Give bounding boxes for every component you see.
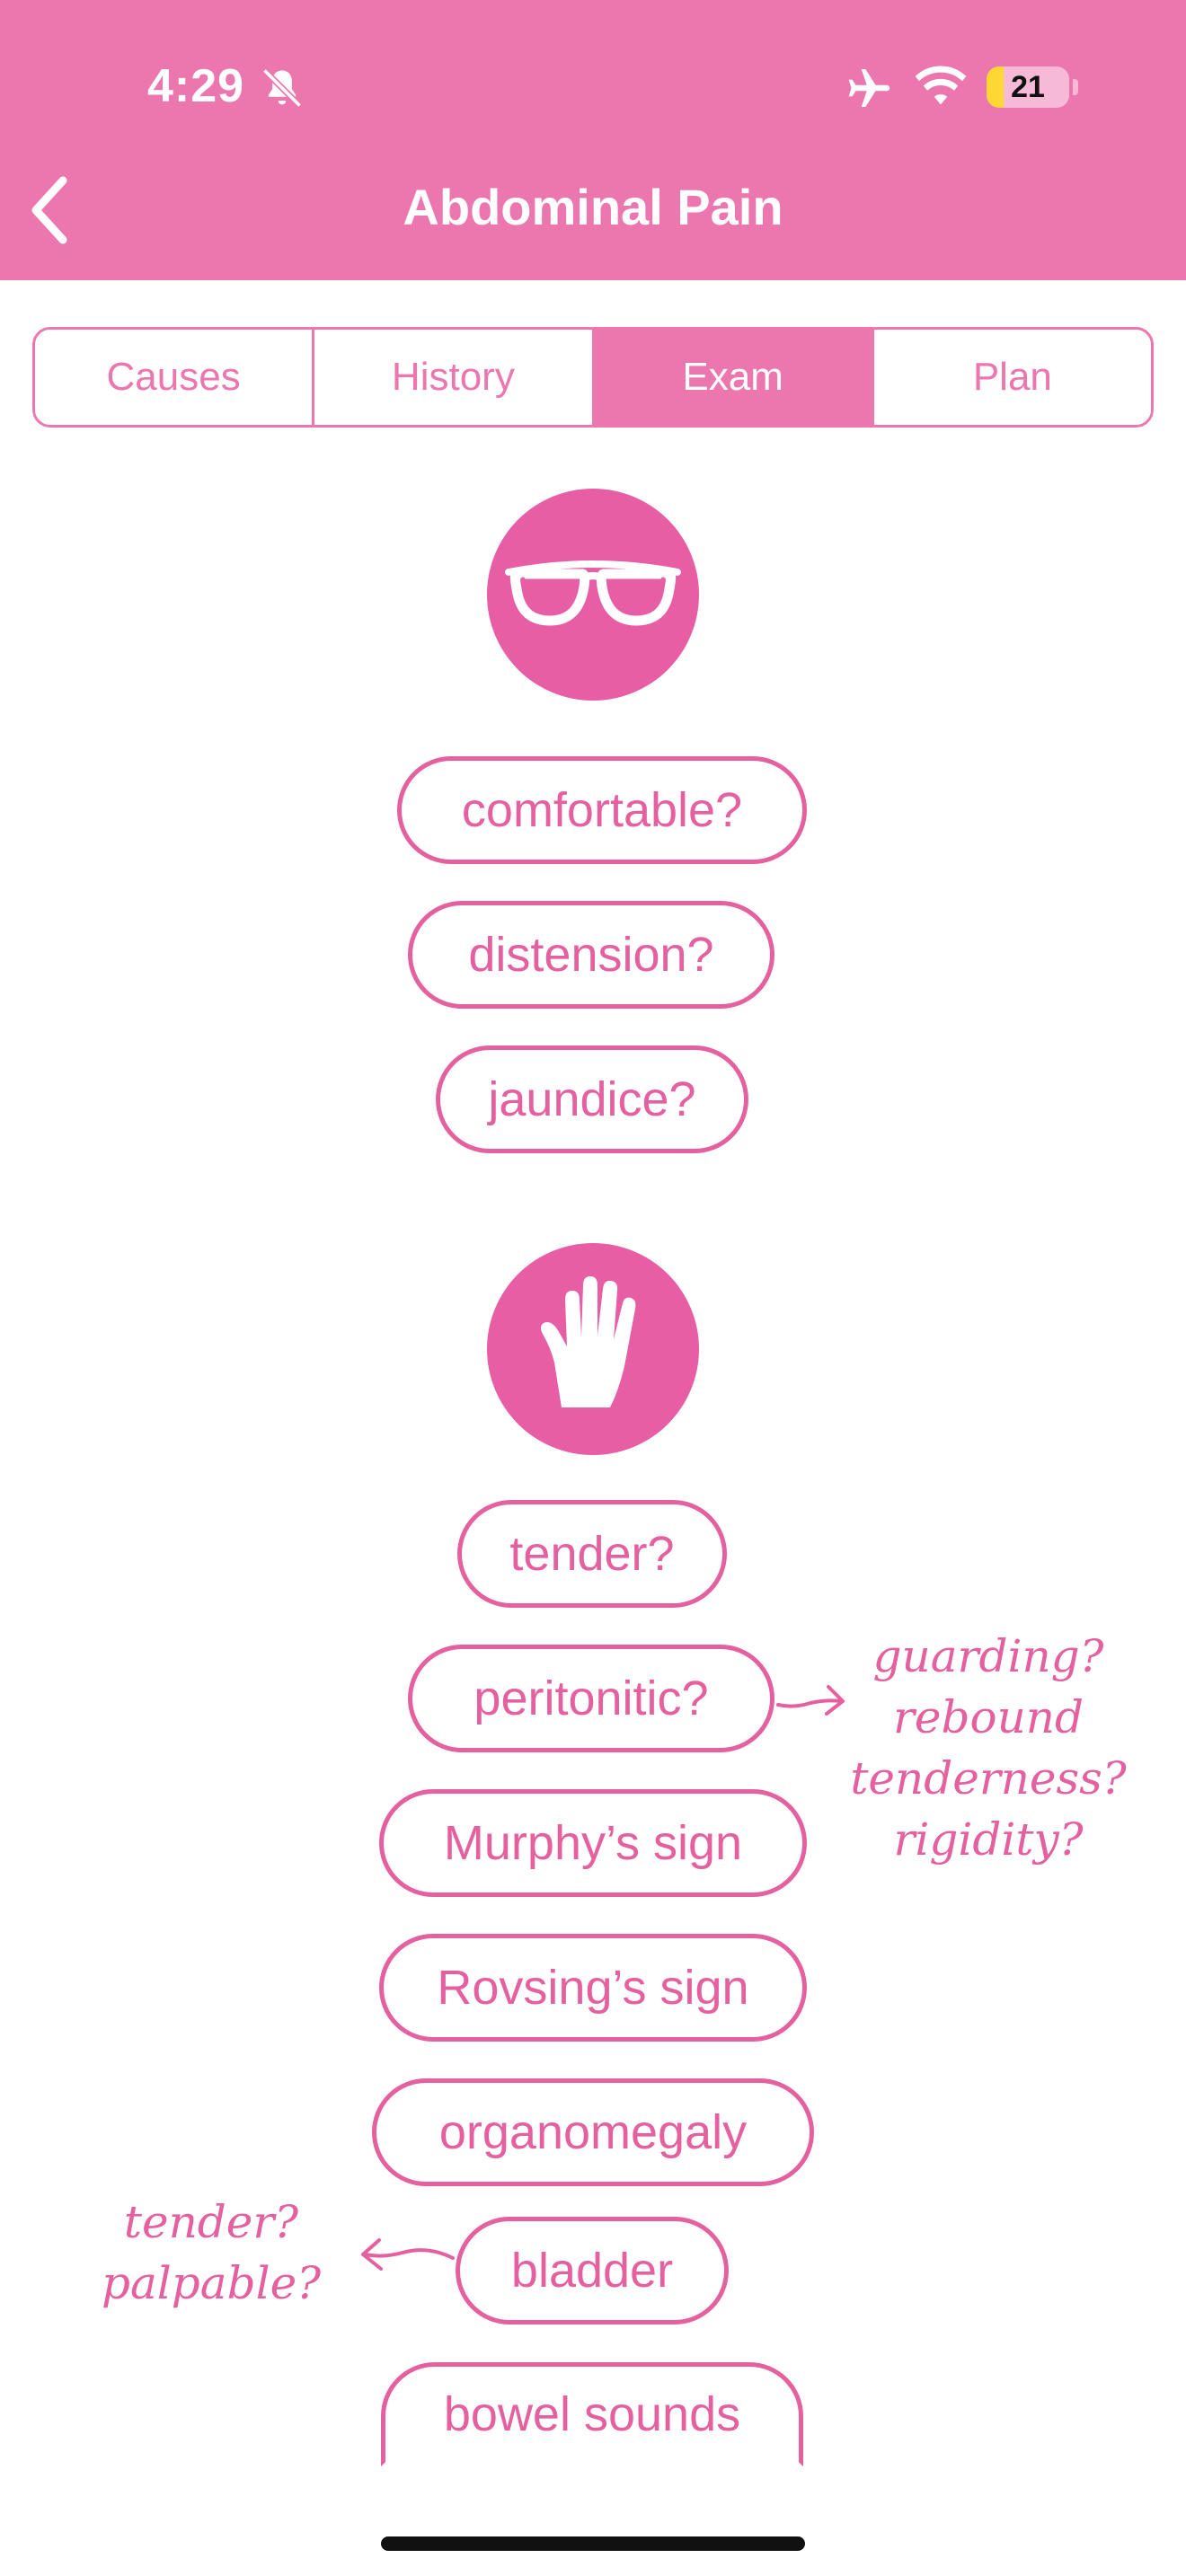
bladder-note: tender? palpable? <box>81 2192 341 2314</box>
inspection-section-icon <box>487 489 699 701</box>
exam-item-murphys-sign[interactable]: Murphy’s sign <box>379 1789 807 1897</box>
tab-exam[interactable]: Exam <box>594 330 874 425</box>
exam-item-tender[interactable]: tender? <box>457 1500 727 1608</box>
glasses-icon <box>505 560 681 626</box>
battery-cap <box>1073 79 1078 95</box>
exam-item-bowel-sounds[interactable]: bowel sounds <box>381 2362 803 2466</box>
exam-item-comfortable[interactable]: comfortable? <box>397 756 807 864</box>
note-line: tender? <box>123 2196 299 2248</box>
tab-plan[interactable]: Plan <box>873 330 1151 425</box>
tab-causes[interactable]: Causes <box>35 330 315 425</box>
exam-item-jaundice[interactable]: jaundice? <box>436 1045 748 1153</box>
status-time: 4:29 <box>147 60 245 112</box>
note-line: palpable? <box>101 2257 322 2309</box>
tab-history[interactable]: History <box>314 330 595 425</box>
note-line: rebound <box>892 1691 1084 1743</box>
note-line: tenderness? <box>850 1752 1127 1804</box>
segmented-tabs: Causes History Exam Plan <box>32 327 1154 428</box>
note-line: rigidity? <box>893 1813 1084 1866</box>
bell-slash-icon <box>262 68 302 108</box>
home-indicator <box>381 2536 805 2551</box>
battery-indicator: 21 <box>987 66 1069 108</box>
peritonitic-note: guarding? rebound tenderness? rigidity? <box>827 1626 1150 1870</box>
exam-item-distension[interactable]: distension? <box>408 901 774 1009</box>
arrow-left-icon <box>361 2238 455 2271</box>
page-title: Abdominal Pain <box>403 179 783 235</box>
battery-level: 21 <box>1011 69 1045 104</box>
palpation-section-icon <box>487 1243 699 1455</box>
wifi-icon <box>915 66 967 105</box>
note-line: guarding? <box>872 1630 1104 1682</box>
airplane-icon <box>848 69 890 107</box>
exam-item-rovsings-sign[interactable]: Rovsing’s sign <box>379 1934 807 2042</box>
hand-icon <box>541 1276 636 1407</box>
exam-item-bladder[interactable]: bladder <box>456 2217 729 2325</box>
exam-item-peritonitic[interactable]: peritonitic? <box>408 1645 774 1752</box>
exam-item-organomegaly[interactable]: organomegaly <box>372 2078 814 2186</box>
nav-header: 4:29 21 Abdominal Pain <box>0 0 1186 280</box>
